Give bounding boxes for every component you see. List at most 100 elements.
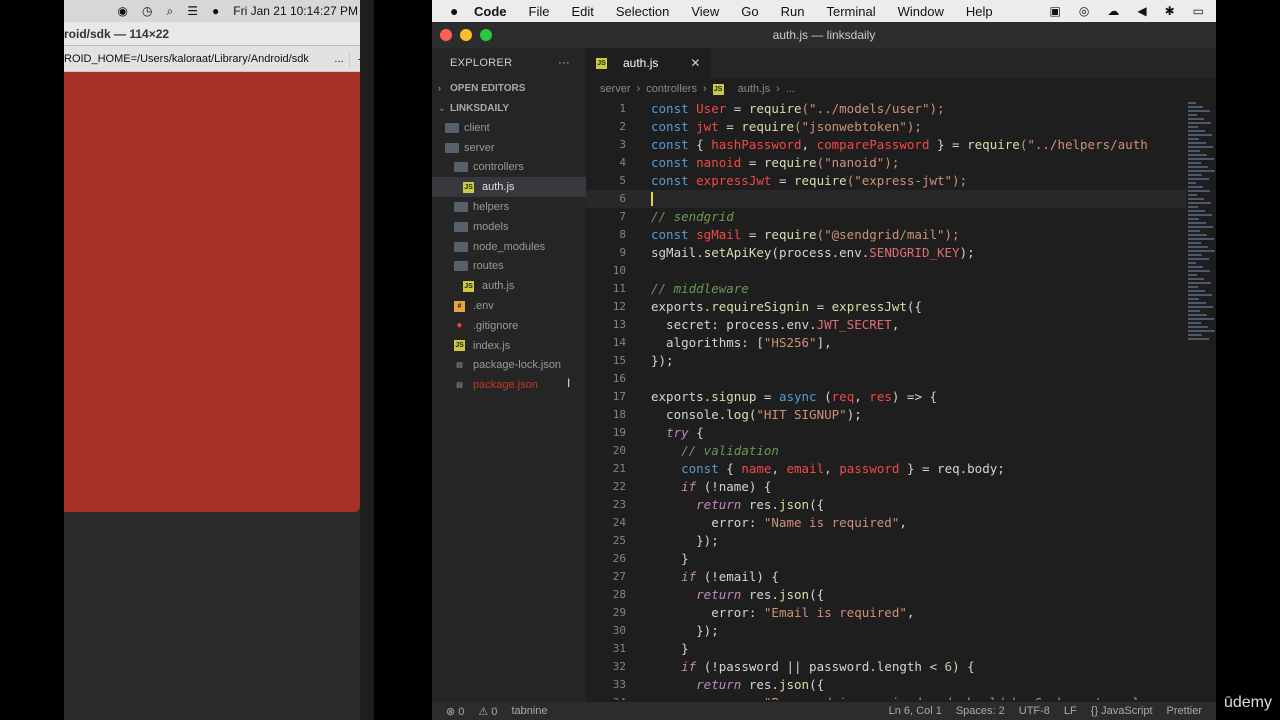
code-line[interactable]: 24 error: "Name is required", [586,514,1186,532]
code-line[interactable]: 34 error: "Password is required and shou… [586,694,1186,700]
code-token: ("../models/user"); [801,101,945,116]
apple-icon[interactable]: ● [450,3,474,19]
tab-auth-js[interactable]: JS auth.js ✕ [586,48,711,78]
menu-help[interactable]: Help [966,4,993,19]
code-line[interactable]: 8 const sgMail = require("@sendgrid/mail"… [586,226,1186,244]
menu-view[interactable]: View [691,4,719,19]
code-line[interactable]: 22 if (!name) { [586,478,1186,496]
tree-item[interactable]: client [432,118,586,138]
tree-item[interactable]: controllers [432,158,586,178]
tabnine-indicator[interactable]: tabnine [511,705,547,718]
user-icon[interactable]: ◉ [118,4,128,18]
code-line[interactable]: 17 exports.signup = async (req, res) => { [586,388,1186,406]
code-line[interactable]: 16 [586,370,1186,388]
breadcrumb-controllers[interactable]: controllers [646,83,697,95]
code-line[interactable]: 28 return res.json({ [586,586,1186,604]
tree-item[interactable]: ▤ package.json [432,375,586,395]
prettier-indicator[interactable]: Prettier [1167,705,1202,717]
terminal-content-pane[interactable] [64,72,360,512]
code-line[interactable]: 11 // middleware [586,280,1186,298]
code-line[interactable]: 26 } [586,550,1186,568]
code-line[interactable]: 30 }); [586,622,1186,640]
tree-item[interactable]: # .env [432,296,586,316]
menu-app[interactable]: Code [474,4,507,19]
code-line[interactable]: 29 error: "Email is required", [586,604,1186,622]
menu-window[interactable]: Window [898,4,944,19]
code-line[interactable]: 3 const { hashPassword, comparePassword }… [586,136,1186,154]
code-editor[interactable]: 1 const User = require("../models/user");… [586,100,1186,700]
code-line[interactable]: 23 return res.json({ [586,496,1186,514]
menu-go[interactable]: Go [741,4,758,19]
code-line[interactable]: 2 const jwt = require("jsonwebtoken"); [586,118,1186,136]
search-icon[interactable]: ⌕ [167,4,174,19]
clock-icon[interactable]: ◷ [142,4,152,18]
menu-edit[interactable]: Edit [571,4,593,19]
bluetooth-icon[interactable]: ✱ [1165,4,1175,18]
minimap-line [1188,114,1197,116]
code-line[interactable]: 1 const User = require("../models/user"); [586,100,1186,118]
control-center-icon[interactable]: ☰ [187,4,198,18]
code-line[interactable]: 32 if (!password || password.length < 6)… [586,658,1186,676]
minimap-line [1188,274,1197,276]
tree-item[interactable]: JS index.js [432,336,586,356]
tree-item[interactable]: ◆ .gitignore [432,316,586,336]
code-line[interactable]: 14 algorithms: ["HS256"], [586,334,1186,352]
code-line[interactable]: 6 [586,190,1186,208]
warnings-indicator[interactable]: ⚠ 0 [478,705,497,718]
cloud-icon[interactable]: ☁ [1107,4,1119,18]
errors-indicator[interactable]: ⊗ 0 [446,705,464,718]
code-line[interactable]: 31 } [586,640,1186,658]
tree-item[interactable]: JS auth.js [432,276,586,296]
breadcrumb-symbol[interactable]: ... [786,83,795,95]
tree-item[interactable]: helpers [432,197,586,217]
minimap[interactable] [1188,100,1216,400]
code-line[interactable]: 25 }); [586,532,1186,550]
menubar-datetime[interactable]: Fri Jan 21 10:14:27 PM [233,4,358,18]
code-line[interactable]: 18 console.log("HIT SIGNUP"); [586,406,1186,424]
terminal-tab[interactable]: ROID_HOME=/Users/kaloraat/Library/Androi… [64,53,329,65]
menu-file[interactable]: File [529,4,550,19]
tree-item[interactable]: routes [432,257,586,277]
code-line[interactable]: 9 sgMail.setApiKey(process.env.SENDGRID_K… [586,244,1186,262]
tree-item-label: .gitignore [473,319,519,332]
menu-selection[interactable]: Selection [616,4,669,19]
line-number: 10 [612,264,626,277]
code-line[interactable]: 7 // sendgrid [586,208,1186,226]
tree-item[interactable]: models [432,217,586,237]
code-line[interactable]: 21 const { name, email, password } = req… [586,460,1186,478]
minimap-line [1188,310,1200,312]
siri-icon[interactable]: ● [212,4,219,18]
code-line[interactable]: 15}); [586,352,1186,370]
screen-record-icon[interactable]: ▣ [1050,4,1061,18]
menu-terminal[interactable]: Terminal [827,4,876,19]
battery-icon[interactable]: ▭ [1193,4,1204,18]
tree-item[interactable]: ▤ package-lock.json [432,356,586,376]
creative-cloud-icon[interactable]: ◎ [1079,4,1089,18]
code-line[interactable]: 33 return res.json({ [586,676,1186,694]
code-line[interactable]: 12 exports.requireSignin = expressJwt({ [586,298,1186,316]
tree-item[interactable]: JS auth.js [432,177,586,198]
cursor-position[interactable]: Ln 6, Col 1 [889,705,942,717]
explorer-more-button[interactable]: ··· [558,57,570,69]
volume-icon[interactable]: ◀ [1137,4,1146,18]
code-line[interactable]: 27 if (!email) { [586,568,1186,586]
close-tab-icon[interactable]: ✕ [690,56,700,70]
encoding[interactable]: UTF-8 [1019,705,1050,717]
breadcrumb-server[interactable]: server [600,83,631,95]
code-line[interactable]: 19 try { [586,424,1186,442]
menu-run[interactable]: Run [781,4,805,19]
code-line[interactable]: 10 [586,262,1186,280]
open-editors-section[interactable]: › OPEN EDITORS [432,78,586,98]
code-line[interactable]: 20 // validation [586,442,1186,460]
tree-item[interactable]: server [432,138,586,158]
tree-item[interactable]: node_modules [432,237,586,257]
code-line[interactable]: 4 const nanoid = require("nanoid"); [586,154,1186,172]
indentation[interactable]: Spaces: 2 [956,705,1005,717]
code-line[interactable]: 5 const expressJwt = require("express-jwt… [586,172,1186,190]
project-section[interactable]: ⌄ LINKSDAILY [432,98,586,118]
terminal-tab-more[interactable]: ... [329,53,349,65]
language-mode[interactable]: {} JavaScript [1091,705,1153,717]
line-ending[interactable]: LF [1064,705,1077,717]
breadcrumb-file[interactable]: auth.js [738,83,770,95]
code-line[interactable]: 13 secret: process.env.JWT_SECRET, [586,316,1186,334]
